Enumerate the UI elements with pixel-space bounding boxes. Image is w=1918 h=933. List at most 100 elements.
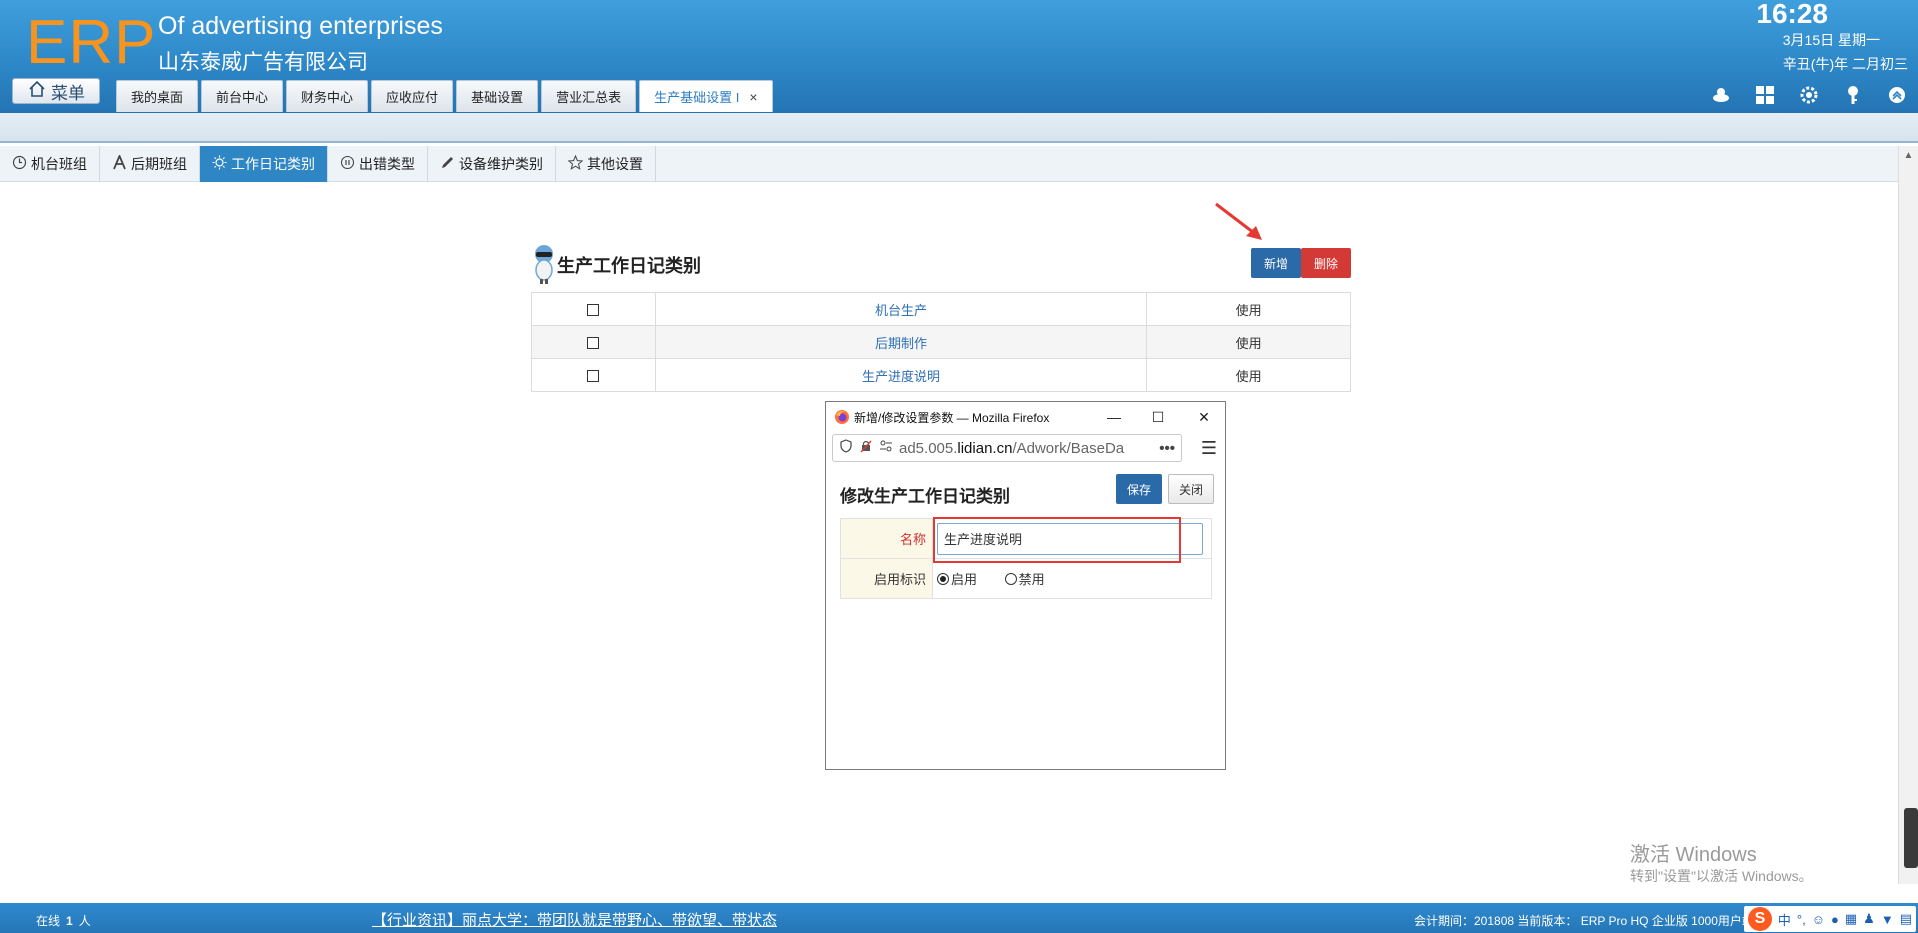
status-bar: 在线 1 人 【行业资讯】丽点大学：带团队就是带野心、带欲望、带状态 会计期间：20…: [0, 903, 1918, 933]
tab-front-center[interactable]: 前台中心: [201, 80, 284, 112]
tab-close-icon[interactable]: ×: [749, 89, 757, 105]
url-field[interactable]: ad5.005.lidian.cn/Adwork/BaseDa •••: [832, 434, 1182, 462]
tab-other-settings[interactable]: 其他设置: [556, 146, 656, 182]
name-label: 名称: [840, 518, 933, 559]
tab-my-desktop[interactable]: 我的桌面: [116, 80, 199, 112]
company-name-en: Of advertising enterprises: [158, 12, 443, 40]
mascot-icon: [531, 242, 557, 284]
collapse-up-icon[interactable]: [1886, 84, 1908, 106]
form-row-flag: 启用标识 启用 禁用: [840, 558, 1212, 599]
minimize-icon[interactable]: —: [1103, 406, 1125, 428]
key-icon[interactable]: [1842, 84, 1864, 106]
delete-button[interactable]: 删除: [1300, 248, 1351, 278]
microphone-icon[interactable]: ●: [1831, 910, 1839, 928]
hamburger-menu-icon[interactable]: ☰: [1201, 438, 1217, 459]
tab-basic-settings[interactable]: 基础设置: [456, 80, 539, 112]
side-meter-widget: [1904, 808, 1918, 868]
row-checkbox[interactable]: [587, 304, 600, 317]
app-header: ERP Of advertising enterprises 山东泰威广告有限公…: [0, 0, 1918, 113]
tab-work-diary-category[interactable]: 工作日记类别: [200, 146, 328, 182]
menu-button[interactable]: 菜单: [12, 78, 100, 104]
pause-circle-icon: [340, 155, 355, 173]
tab-machine-team[interactable]: 机台班组: [0, 146, 100, 182]
enable-radio-label: 启用: [951, 572, 978, 587]
ime-language[interactable]: 中: [1778, 910, 1791, 928]
annotation-arrow-icon: [1215, 202, 1262, 240]
tab-label: 生产基础设置 I: [654, 90, 740, 105]
form-fields: 名称 启用标识 启用 禁用: [840, 517, 1212, 599]
category-name-link[interactable]: 生产进度说明: [654, 358, 1148, 392]
popup-window-title: 新增/修改设置参数 — Mozilla Firefox: [854, 410, 1050, 425]
tab-label: 后期班组: [131, 156, 187, 172]
row-checkbox[interactable]: [587, 337, 600, 350]
clock-date: 3月15日 星期一: [1782, 32, 1880, 48]
enable-radio-option[interactable]: 启用: [937, 569, 977, 588]
emoji-icon[interactable]: ☺: [1812, 910, 1825, 928]
tab-production-settings[interactable]: 生产基础设置 I ×: [639, 80, 773, 112]
popup-form: 修改生产工作日记类别 保存 关闭 名称 启用标识 启用: [826, 464, 1225, 599]
star-icon: [567, 154, 584, 173]
online-users: 在线 1 人: [36, 912, 91, 929]
save-button[interactable]: 保存: [1116, 474, 1163, 504]
url-path: /Adwork/BaseDa: [1012, 439, 1125, 457]
news-ticker-link[interactable]: 【行业资讯】丽点大学：带团队就是带野心、带欲望、带状态: [372, 909, 777, 930]
sub-header-strip: [0, 113, 1918, 143]
category-name-link[interactable]: 后期制作: [654, 325, 1148, 359]
enable-flag-label: 启用标识: [840, 558, 933, 599]
popup-url-bar: ad5.005.lidian.cn/Adwork/BaseDa ••• ☰: [826, 432, 1225, 464]
toolbox-icon[interactable]: ▤: [1900, 910, 1912, 928]
row-checkbox[interactable]: [587, 370, 600, 383]
tab-label: 工作日记类别: [231, 156, 315, 172]
tab-equipment-maintenance[interactable]: 设备维护类别: [428, 146, 556, 182]
online-prefix: 在线: [36, 914, 61, 928]
tab-label: 其他设置: [587, 156, 643, 172]
url-prefix: ad5.005.: [899, 439, 958, 457]
user-icon[interactable]: ♟: [1863, 910, 1875, 928]
menu-label: 菜单: [51, 83, 85, 103]
top-tab-bar: 我的桌面 前台中心 财务中心 应收应付 基础设置 营业汇总表 生产基础设置 I …: [116, 80, 773, 112]
name-input[interactable]: [937, 522, 1203, 555]
gear-icon[interactable]: [1798, 84, 1820, 106]
table-row: 机台生产 使用: [531, 292, 1351, 326]
insecure-lock-icon: [859, 439, 873, 457]
category-status: 使用: [1146, 358, 1351, 392]
disable-radio[interactable]: [1004, 572, 1017, 585]
pencil-icon: [440, 155, 455, 173]
page-scrollbar[interactable]: ▲: [1898, 146, 1918, 884]
scroll-up-arrow-icon[interactable]: ▲: [1899, 146, 1918, 164]
skin-icon[interactable]: ▼: [1881, 910, 1894, 928]
home-icon: [27, 79, 47, 104]
permissions-icon: [879, 439, 893, 457]
tab-business-summary[interactable]: 营业汇总表: [541, 80, 637, 112]
firefox-popup-window: 新增/修改设置参数 — Mozilla Firefox — ☐ ✕ ad5.00…: [825, 401, 1226, 770]
table-row: 生产进度说明 使用: [531, 358, 1351, 392]
popup-titlebar: 新增/修改设置参数 — Mozilla Firefox — ☐ ✕: [826, 402, 1225, 432]
shield-icon: [839, 439, 853, 457]
sogou-ime-icon[interactable]: S: [1747, 907, 1772, 931]
tab-finance-center[interactable]: 财务中心: [286, 80, 369, 112]
tab-error-type[interactable]: 出错类型: [328, 146, 428, 182]
close-icon[interactable]: ✕: [1193, 406, 1215, 428]
keyboard-icon[interactable]: ▦: [1845, 910, 1857, 928]
ime-punctuation[interactable]: °,: [1797, 910, 1806, 928]
tab-label: 出错类型: [359, 156, 415, 172]
tab-label: 机台班组: [31, 156, 87, 172]
close-button[interactable]: 关闭: [1168, 474, 1215, 504]
tab-post-team[interactable]: 后期班组: [100, 146, 200, 182]
firefox-icon: [834, 409, 850, 425]
more-icon[interactable]: •••: [1159, 440, 1175, 457]
clock-icon: [12, 155, 27, 173]
category-name-link[interactable]: 机台生产: [654, 292, 1148, 326]
tab-label: 设备维护类别: [459, 156, 543, 172]
maximize-icon[interactable]: ☐: [1147, 406, 1169, 428]
work-diary-category-panel: 生产工作日记类别 新增 删除 机台生产 使用 后期制作 使用 生产进度说明 使用: [531, 240, 1351, 392]
add-button[interactable]: 新增: [1250, 248, 1301, 278]
sun-icon: [212, 155, 227, 173]
user-cloud-icon[interactable]: [1710, 84, 1732, 106]
enable-radio[interactable]: [937, 572, 949, 585]
apps-grid-icon[interactable]: [1754, 84, 1776, 106]
disable-radio-option[interactable]: 禁用: [1004, 569, 1045, 588]
font-a-icon: [112, 153, 127, 173]
tab-label: 我的桌面: [131, 90, 184, 105]
tab-receivable-payable[interactable]: 应收应付: [371, 80, 454, 112]
